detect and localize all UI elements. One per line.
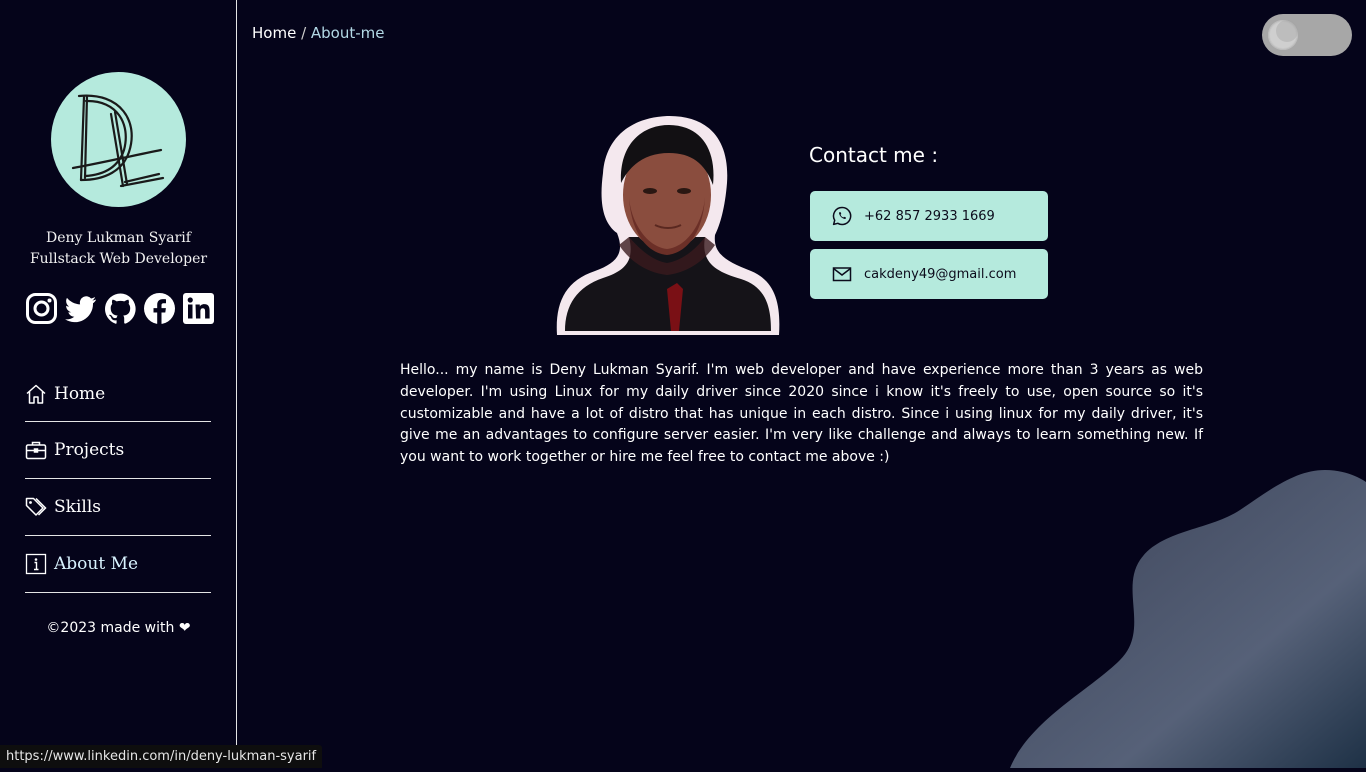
- phone-contact-button[interactable]: +62 857 2933 1669: [810, 191, 1048, 241]
- breadcrumb-current: About-me: [310, 24, 385, 42]
- dl-monogram-logo: [71, 94, 165, 188]
- sidebar-item-skills[interactable]: Skills: [25, 479, 211, 536]
- info-icon: [25, 553, 47, 575]
- status-bar-url: https://www.linkedin.com/in/deny-lukman-…: [0, 745, 323, 768]
- mail-icon: [832, 264, 852, 284]
- profile-role: Fullstack Web Developer: [29, 251, 208, 267]
- profile-name: Deny Lukman Syarif: [46, 230, 191, 246]
- bio-paragraph: Hello... my name is Deny Lukman Syarif. …: [400, 362, 1203, 466]
- github-icon[interactable]: [104, 292, 137, 325]
- sidebar-item-label: Home: [54, 383, 106, 404]
- twitter-icon[interactable]: [64, 292, 97, 325]
- sidebar-item-home[interactable]: Home: [25, 366, 211, 422]
- social-links: [25, 292, 215, 326]
- theme-toggle[interactable]: [1262, 14, 1352, 56]
- moon-icon: [1268, 20, 1298, 50]
- instagram-icon[interactable]: [25, 292, 58, 325]
- decorative-blob: [1010, 470, 1366, 768]
- sidebar-item-label: Skills: [54, 497, 101, 517]
- breadcrumb: Home / About-me: [252, 24, 385, 42]
- profile-photo: [555, 113, 780, 335]
- email-contact-button[interactable]: cakdeny49@gmail.com: [810, 249, 1048, 299]
- sidebar-nav: Home Projects Skills About Me: [25, 366, 211, 593]
- sidebar-item-label: Projects: [54, 440, 125, 460]
- breadcrumb-home-link[interactable]: Home: [252, 24, 296, 42]
- contact-title: Contact me :: [809, 143, 939, 167]
- email-address: cakdeny49@gmail.com: [864, 266, 1017, 282]
- logo[interactable]: [51, 72, 186, 207]
- breadcrumb-separator: /: [296, 24, 311, 42]
- sidebar-item-about-me[interactable]: About Me: [25, 536, 211, 593]
- footer-text: ©2023 made with ❤: [46, 620, 191, 636]
- tags-icon: [25, 496, 47, 518]
- home-icon: [25, 383, 47, 405]
- sidebar-item-label: About Me: [54, 554, 139, 574]
- briefcase-icon: [25, 439, 47, 461]
- whatsapp-icon: [832, 206, 852, 226]
- facebook-icon[interactable]: [143, 292, 176, 325]
- linkedin-icon[interactable]: [182, 292, 215, 325]
- phone-number: +62 857 2933 1669: [864, 208, 995, 224]
- sidebar-item-projects[interactable]: Projects: [25, 422, 211, 479]
- sidebar: Deny Lukman Syarif Fullstack Web Develop…: [0, 0, 237, 768]
